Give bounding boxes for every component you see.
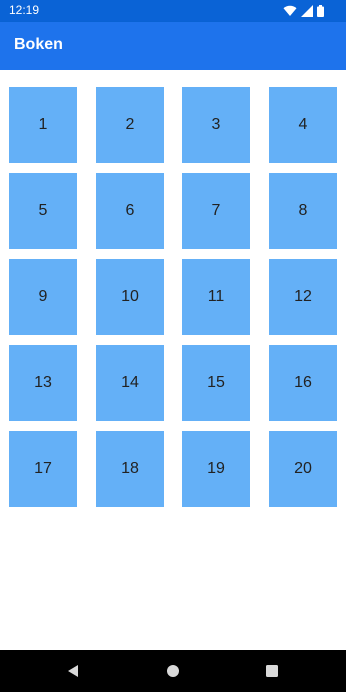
app-title: Boken (14, 36, 63, 53)
grid-tile[interactable]: 7 (182, 173, 250, 249)
tile-number: 9 (38, 288, 48, 305)
status-time: 12:19 (9, 3, 40, 17)
navigation-bar (0, 650, 346, 692)
tile-grid: 1 2 3 4 5 6 7 8 9 10 11 12 13 14 15 16 1… (0, 70, 346, 650)
grid-tile[interactable]: 1 (9, 87, 77, 163)
grid-tile[interactable]: 18 (96, 431, 164, 507)
app-bar: Boken (0, 22, 346, 70)
tile-number: 4 (298, 116, 308, 133)
grid-tile[interactable]: 11 (182, 259, 250, 335)
grid-tile[interactable]: 5 (9, 173, 77, 249)
grid-tile[interactable]: 17 (9, 431, 77, 507)
tile-number: 14 (121, 374, 139, 391)
grid-tile[interactable]: 8 (269, 173, 337, 249)
tile-number: 15 (207, 374, 225, 391)
tile-number: 20 (294, 460, 312, 477)
grid-tile[interactable]: 20 (269, 431, 337, 507)
back-icon[interactable] (63, 661, 83, 681)
battery-icon (317, 5, 324, 17)
grid-tile[interactable]: 14 (96, 345, 164, 421)
grid-tile[interactable]: 9 (9, 259, 77, 335)
tile-number: 2 (125, 116, 135, 133)
tile-number: 16 (294, 374, 312, 391)
grid-tile[interactable]: 16 (269, 345, 337, 421)
tile-number: 5 (38, 202, 48, 219)
grid-tile[interactable]: 6 (96, 173, 164, 249)
grid-tile[interactable]: 13 (9, 345, 77, 421)
grid-tile[interactable]: 15 (182, 345, 250, 421)
signal-icon (301, 5, 313, 17)
tile-number: 8 (298, 202, 308, 219)
tile-number: 3 (211, 116, 221, 133)
status-bar: 12:19 (0, 0, 346, 22)
tile-number: 10 (121, 288, 139, 305)
wifi-icon (283, 5, 297, 17)
tile-number: 1 (38, 116, 48, 133)
tile-number: 18 (121, 460, 139, 477)
tile-number: 11 (207, 288, 225, 305)
tile-number: 6 (125, 202, 135, 219)
grid-tile[interactable]: 19 (182, 431, 250, 507)
tile-number: 17 (34, 460, 52, 477)
tile-number: 7 (211, 202, 221, 219)
grid-tile[interactable]: 3 (182, 87, 250, 163)
grid-tile[interactable]: 10 (96, 259, 164, 335)
home-icon[interactable] (163, 661, 183, 681)
grid-tile[interactable]: 2 (96, 87, 164, 163)
tile-number: 19 (207, 460, 225, 477)
grid-tile[interactable]: 4 (269, 87, 337, 163)
tile-number: 12 (294, 288, 312, 305)
status-icons (283, 5, 324, 17)
recents-icon[interactable] (262, 661, 282, 681)
grid-tile[interactable]: 12 (269, 259, 337, 335)
tile-number: 13 (34, 374, 52, 391)
